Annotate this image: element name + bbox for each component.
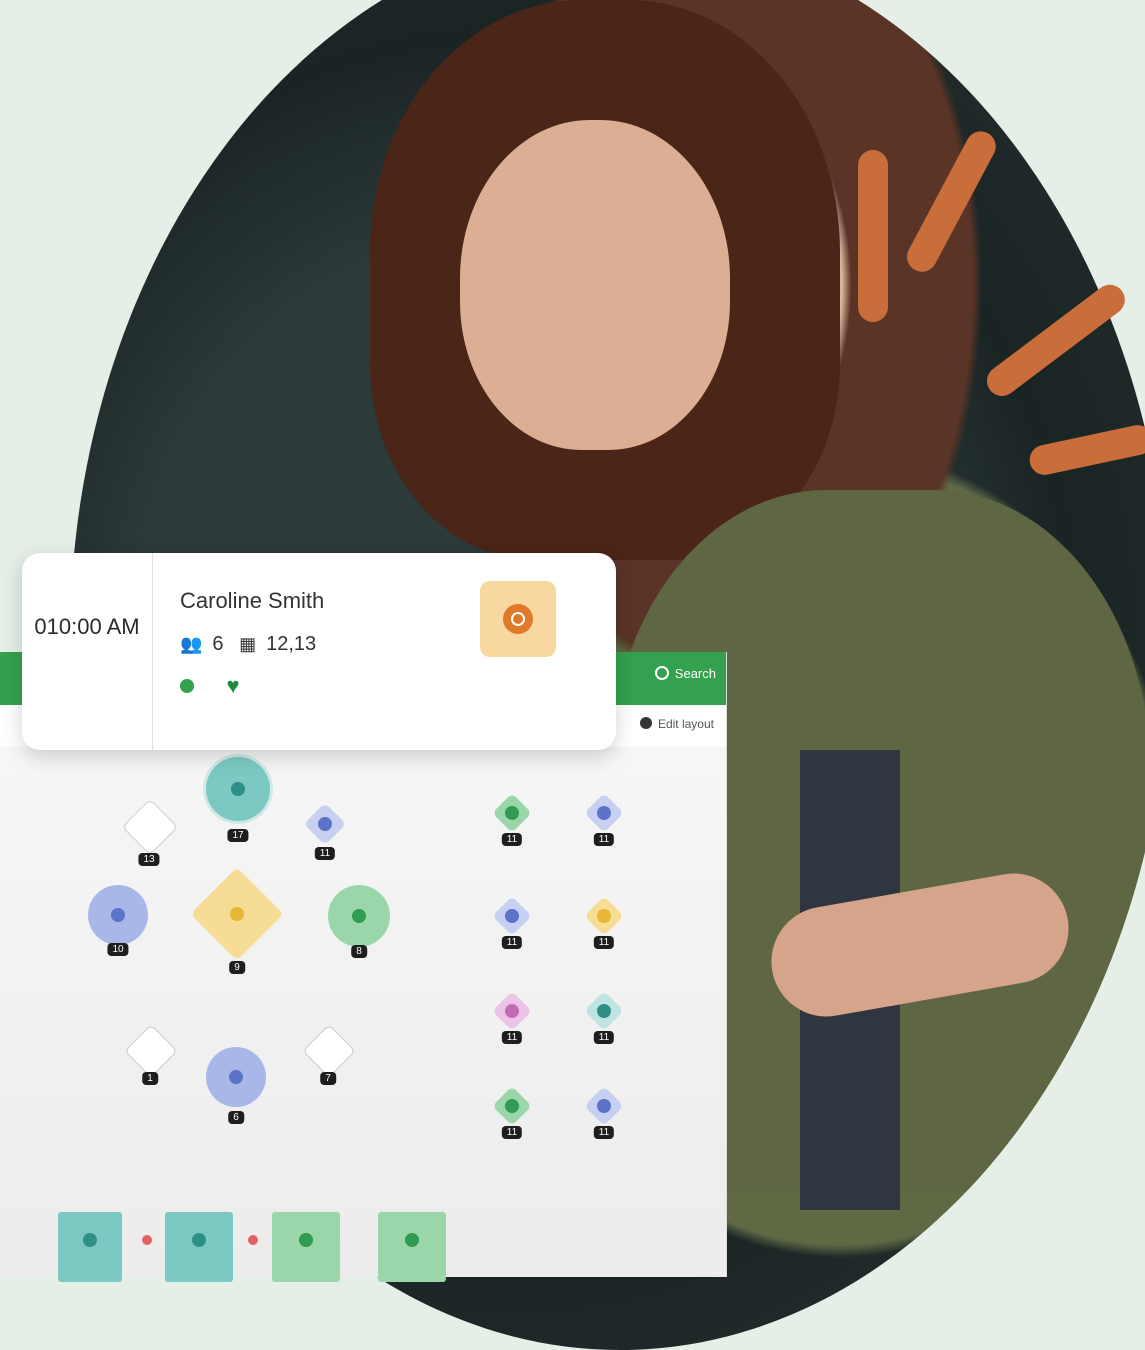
search-icon [654, 666, 669, 680]
reservation-meta: 👥 6 ▦ 12,13 [180, 633, 326, 656]
edit-layout-button[interactable]: Edit layout [639, 717, 714, 731]
table-17[interactable]: 17 [206, 757, 270, 842]
table-rect[interactable] [272, 1212, 340, 1282]
table-8[interactable]: 8 [328, 885, 390, 958]
separator-dot [142, 1235, 152, 1245]
tables-icon: ▦ [239, 634, 257, 654]
table-11[interactable]: 11 [492, 1086, 532, 1139]
party-size: 6 [212, 633, 224, 655]
floor-plan: 17 13 11 10 9 8 1 7 6 11 11 11 11 11 11 … [0, 747, 726, 1282]
table-7[interactable]: 7 [302, 1024, 356, 1085]
table-11[interactable]: 11 [492, 991, 532, 1044]
table-11[interactable]: 11 [584, 896, 624, 949]
guest-name: Caroline Smith [180, 588, 325, 613]
decorative-ray [858, 150, 888, 322]
table-rect[interactable] [378, 1212, 446, 1282]
history-icon [503, 604, 533, 634]
table-10[interactable]: 10 [88, 885, 148, 956]
reservation-card[interactable]: 010:00 AM Caroline Smith 👥 6 ▦ 12,13 ♥ [22, 553, 616, 750]
history-clock-button[interactable] [480, 581, 556, 657]
edit-layout-label: Edit layout [657, 717, 714, 731]
gear-icon [639, 717, 652, 729]
party-size-icon: 👥 [180, 634, 203, 654]
table-11[interactable]: 11 [584, 793, 624, 846]
assigned-tables: 12,13 [266, 633, 317, 655]
table-11[interactable]: 11 [584, 1086, 624, 1139]
table-11[interactable]: 11 [492, 793, 532, 846]
table-11[interactable]: 11 [584, 991, 624, 1044]
table-1[interactable]: 1 [124, 1024, 178, 1085]
search-button[interactable]: Search [654, 666, 716, 681]
reservation-tags: ♥ [180, 673, 240, 699]
heart-icon: ♥ [226, 673, 240, 698]
table-11[interactable]: 11 [303, 802, 347, 860]
table-9[interactable]: 9 [190, 867, 284, 974]
table-6[interactable]: 6 [206, 1047, 266, 1124]
table-11[interactable]: 11 [492, 896, 532, 949]
table-13[interactable]: 13 [121, 798, 179, 866]
separator-dot [248, 1235, 258, 1245]
search-label: Search [674, 666, 716, 681]
reservation-time: 010:00 AM [34, 614, 140, 639]
table-rect[interactable] [165, 1212, 233, 1282]
vip-icon [180, 679, 194, 693]
card-divider [152, 553, 153, 750]
table-rect[interactable] [58, 1212, 122, 1282]
